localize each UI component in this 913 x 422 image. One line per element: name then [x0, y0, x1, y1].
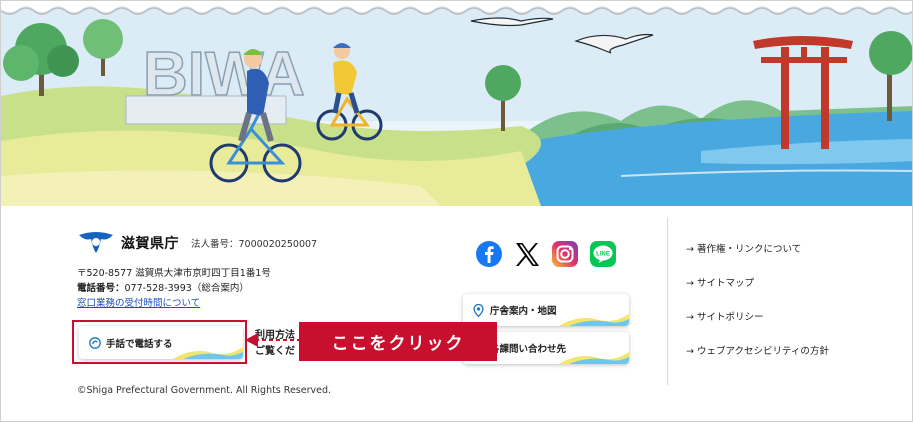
shiga-prefecture-logo-icon: [79, 232, 113, 253]
office-map-label: 庁舎案内・地図: [490, 306, 557, 317]
facebook-icon[interactable]: [475, 240, 503, 268]
click-here-callout-overlay: ここをクリック: [299, 322, 497, 361]
page-frame: BIWA 滋賀県庁 法人番号：7000020250007 〒520-8577 滋…: [0, 0, 913, 422]
org-name: 滋賀県庁: [121, 236, 179, 252]
line-icon[interactable]: LINE: [589, 240, 617, 268]
office-hours-link[interactable]: 窓口業務の受付時間について: [77, 298, 200, 309]
x-icon[interactable]: [513, 240, 541, 268]
phone-row: 電話番号：077-528-3993（総合案内）: [77, 281, 271, 296]
sitemap-link[interactable]: → サイトマップ: [686, 277, 829, 311]
department-contact-label: 各課問い合わせ先: [490, 344, 567, 355]
button-wave-decoration: [559, 314, 629, 326]
phone-value: 077-528-3993（総合案内）: [124, 283, 249, 294]
site-policy-link[interactable]: → サイトポリシー: [686, 311, 829, 345]
corporate-number: 法人番号：7000020250007: [191, 239, 318, 250]
contact-address-block: 〒520-8577 滋賀県大津市京町四丁目1番1号 電話番号：077-528-3…: [77, 266, 271, 311]
callout-arrow-icon: [245, 333, 301, 347]
copyright-link-policy-link[interactable]: → 著作権・リンクについて: [686, 243, 829, 277]
biwa-banner-illustration: BIWA: [1, 1, 912, 206]
map-pin-icon: [473, 303, 484, 317]
postal-address: 〒520-8577 滋賀県大津市京町四丁目1番1号: [77, 268, 271, 279]
instagram-icon[interactable]: [551, 240, 579, 268]
footer-divider: [667, 218, 668, 385]
copyright-text: ©Shiga Prefectural Government. All Right…: [77, 385, 332, 396]
svg-text:LINE: LINE: [596, 252, 610, 258]
org-logo-row: 滋賀県庁 法人番号：7000020250007: [77, 231, 317, 255]
highlight-frame: [72, 320, 247, 364]
phone-label: 電話番号：: [77, 283, 125, 294]
footer-policy-links: → 著作権・リンクについて → サイトマップ → サイトポリシー → ウェブアク…: [686, 243, 829, 379]
button-wave-decoration: [559, 352, 629, 364]
web-accessibility-policy-link[interactable]: → ウェブアクセシビリティの方針: [686, 345, 829, 379]
